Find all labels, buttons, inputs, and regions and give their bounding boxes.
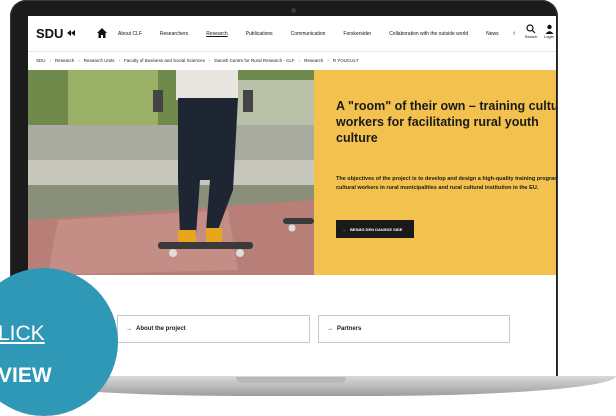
breadcrumb-separator: ›	[208, 58, 211, 63]
breadcrumb-separator: ›	[49, 58, 52, 63]
site-header: SDU About CLF Researchers Research Publi…	[28, 16, 556, 52]
breadcrumb: SDU › Research › Research Units › Faculty o…	[36, 58, 358, 63]
arrow-right-icon: →	[342, 226, 346, 232]
sdu-logo-mark-icon	[67, 30, 75, 36]
hero-button-label: BESØG DEN DANSKE SIDE	[350, 226, 403, 232]
breadcrumb-separator: ›	[78, 58, 80, 63]
about-project-label: About the project	[136, 326, 186, 332]
about-project-card[interactable]: → About the project	[117, 315, 310, 343]
login-label: Login	[544, 34, 554, 39]
nav-item-research[interactable]: Research	[206, 31, 227, 37]
visit-danish-site-button[interactable]: → BESØG DEN DANSKE SIDE	[336, 220, 414, 238]
sdu-logo[interactable]: SDU	[36, 26, 63, 41]
arrow-right-icon: →	[327, 326, 333, 332]
hero-panel: A "room" of their own – training cultura…	[314, 70, 556, 275]
breadcrumb-item[interactable]: Research	[55, 58, 74, 63]
nav-item-about-clf[interactable]: About CLF	[118, 31, 142, 37]
breadcrumb-item[interactable]: Danish Centre for Rural Research - CLF	[214, 58, 294, 63]
search-icon	[526, 24, 536, 34]
main-nav: About CLF Researchers Research Publicati…	[118, 31, 499, 37]
breadcrumb-current: R YOUCULT	[332, 58, 359, 63]
search-label: Search	[524, 34, 538, 39]
login-button[interactable]: Login	[542, 24, 556, 39]
nav-item-researchers[interactable]: Researchers	[160, 31, 188, 37]
skatepark-illustration	[28, 70, 314, 275]
hero-title: A "room" of their own – training cultura…	[336, 99, 556, 145]
search-button[interactable]: Search	[524, 24, 538, 39]
breadcrumb-separator: ›	[118, 58, 121, 63]
breadcrumb-item[interactable]: Research	[304, 58, 323, 63]
nav-item-collaboration[interactable]: Collaboration with the outside world	[389, 31, 468, 37]
breadcrumb-separator: ›	[298, 58, 301, 63]
webcam-icon	[291, 8, 296, 13]
partners-card[interactable]: → Partners	[318, 315, 510, 343]
badge-text-view[interactable]: VIEW	[0, 364, 52, 388]
laptop-notch	[236, 377, 346, 383]
breadcrumb-item[interactable]: Research Units	[84, 58, 115, 63]
user-icon	[545, 24, 553, 34]
badge-text-click[interactable]: LICK	[0, 322, 45, 346]
nav-item-forskersider[interactable]: Forskersider	[343, 31, 371, 37]
nav-scroll-chevron-icon[interactable]: ‹	[513, 30, 515, 37]
arrow-right-icon: →	[126, 326, 132, 332]
nav-item-communication[interactable]: Communication	[291, 31, 326, 37]
partners-label: Partners	[337, 326, 362, 332]
hero-description: The objectives of the project is to deve…	[336, 176, 556, 191]
breadcrumb-item[interactable]: SDU	[36, 58, 46, 63]
hero-image-skateboarder	[28, 70, 314, 275]
home-icon[interactable]	[96, 27, 108, 39]
nav-item-news[interactable]: News	[486, 31, 499, 37]
breadcrumb-separator: ›	[327, 58, 329, 63]
nav-item-publications[interactable]: Publications	[246, 31, 273, 37]
breadcrumb-item[interactable]: Faculty of Business and Social Sciences	[124, 58, 205, 63]
